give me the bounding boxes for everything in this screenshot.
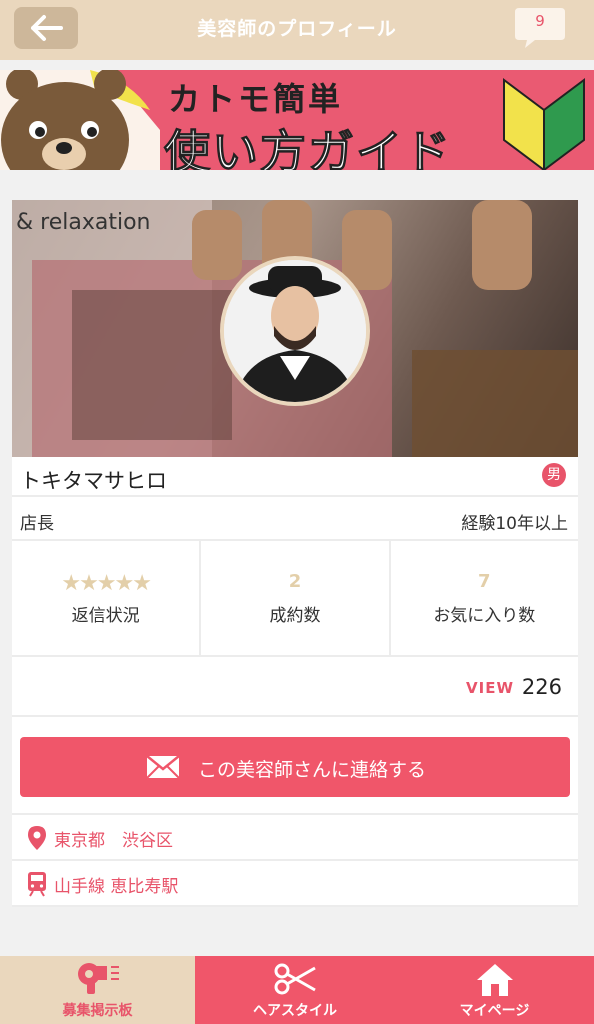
station-row: 山手線 恵比寿駅 (12, 861, 578, 907)
banner-title-line2: 使い方ガイド (164, 125, 452, 171)
stylist-name: トキタマサヒロ (20, 469, 167, 493)
stat-favorites: 7 お気に入り数 (391, 541, 578, 655)
tab-mypage[interactable]: マイページ (395, 956, 594, 1024)
tab-recruitment-board[interactable]: 募集掲示板 (0, 956, 195, 1024)
cover-image: & relaxation (12, 200, 578, 457)
guide-banner[interactable]: カトモ簡単 使い方ガイド (0, 70, 594, 170)
page-title: 美容師のプロフィール (197, 18, 397, 40)
notification-button[interactable]: 9 (513, 6, 567, 48)
hair-dryer-icon (77, 963, 119, 994)
name-row: トキタマサヒロ 男 (12, 457, 578, 497)
train-icon (28, 872, 46, 897)
stat-label: 返信状況 (71, 606, 140, 626)
gender-badge: 男 (542, 463, 566, 487)
contact-section: この美容師さんに連絡する (12, 717, 578, 815)
tab-hairstyle[interactable]: ヘアスタイル (195, 956, 395, 1024)
avatar (220, 256, 370, 406)
stylist-role: 店長 (20, 514, 54, 534)
beginner-mark-icon (503, 78, 585, 170)
tab-label: ヘアスタイル (253, 1003, 337, 1019)
stat-label: 成約数 (269, 606, 321, 626)
view-label: VIEW (466, 679, 514, 697)
contact-stylist-button[interactable]: この美容師さんに連絡する (20, 737, 570, 797)
profile-card: & relaxation トキタマサヒロ 男 店長 経験10年以上 ★★★★★ … (12, 200, 578, 907)
rating-stars: ★★★★★ (61, 571, 152, 596)
scissors-icon (274, 963, 316, 995)
experience-years: 経験10年以上 (461, 514, 568, 534)
home-icon (476, 964, 513, 996)
view-count: 226 (521, 675, 562, 699)
location-row: 東京都 渋谷区 (12, 815, 578, 861)
tab-label: マイページ (459, 1003, 530, 1019)
bottom-tab-bar: 募集掲示板 ヘアスタイル マイページ (0, 956, 594, 1024)
bear-mascot-image (0, 70, 160, 170)
location-text: 東京都 渋谷区 (54, 831, 173, 851)
tab-label: 募集掲示板 (62, 1003, 133, 1019)
stat-contracts: 2 成約数 (201, 541, 391, 655)
mail-icon (146, 755, 180, 779)
stats-row: ★★★★★ 返信状況 2 成約数 7 お気に入り数 (12, 541, 578, 657)
role-row: 店長 経験10年以上 (12, 497, 578, 541)
stat-value: 7 (478, 571, 491, 592)
stat-reply-status: ★★★★★ 返信状況 (12, 541, 202, 655)
cover-caption: & relaxation (16, 210, 151, 235)
view-count-row: VIEW 226 (12, 657, 578, 717)
stat-value: 2 (288, 571, 302, 592)
map-pin-icon (28, 826, 46, 850)
banner-title-line1: カトモ簡単 (168, 80, 344, 118)
station-text: 山手線 恵比寿駅 (54, 877, 179, 897)
notification-count: 9 (535, 12, 545, 30)
app-header: 美容師のプロフィール 9 (0, 0, 594, 60)
contact-button-label: この美容師さんに連絡する (198, 759, 427, 781)
stat-label: お気に入り数 (433, 606, 536, 626)
